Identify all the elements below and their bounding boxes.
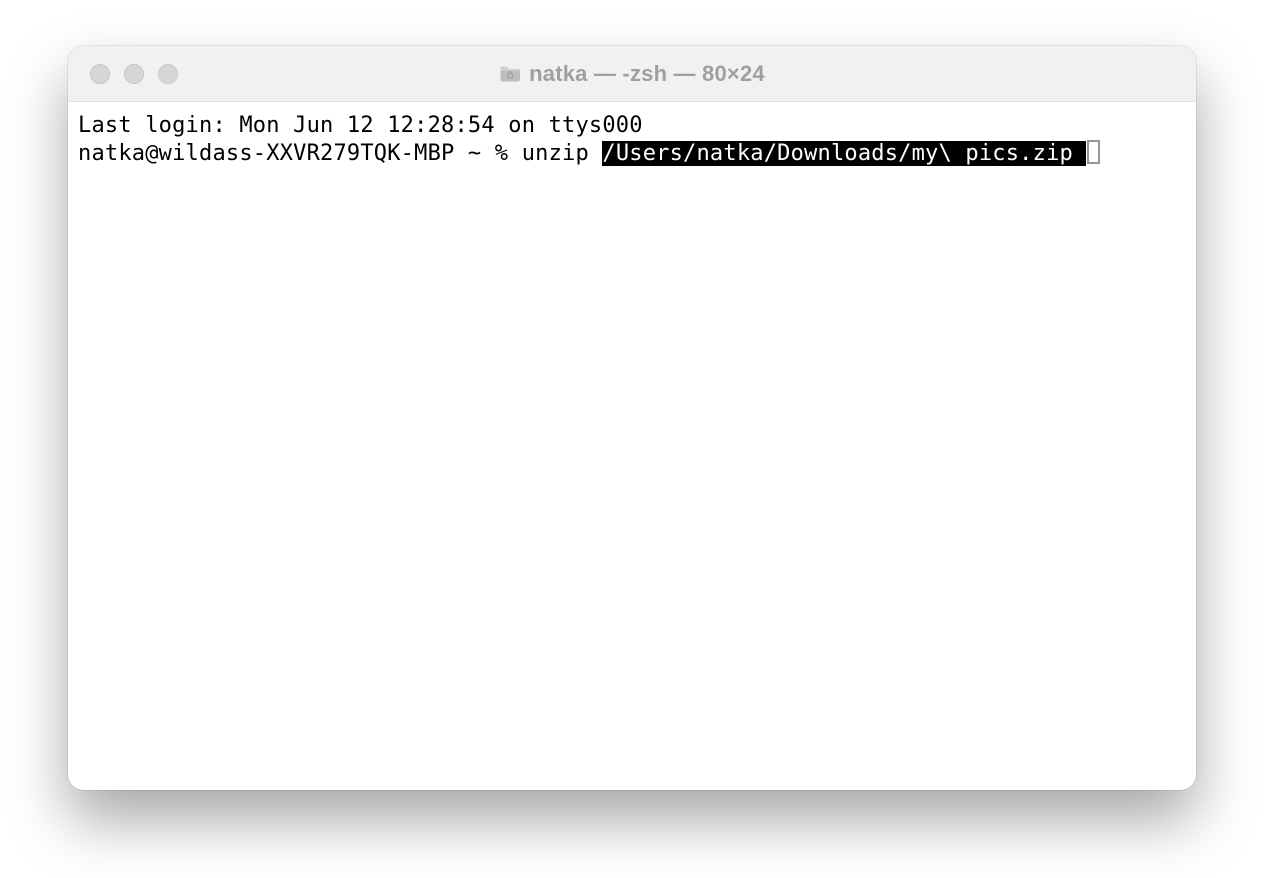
selected-path[interactable]: /Users/natka/Downloads/my\ pics.zip [602,141,1086,166]
title-wrap: natka — -zsh — 80×24 [68,61,1196,87]
cursor [1087,140,1100,164]
traffic-lights [68,64,178,84]
titlebar[interactable]: natka — -zsh — 80×24 [68,46,1196,102]
terminal-body[interactable]: Last login: Mon Jun 12 12:28:54 on ttys0… [68,102,1196,790]
close-button[interactable] [90,64,110,84]
window-title: natka — -zsh — 80×24 [529,61,765,87]
prompt: natka@wildass-XXVR279TQK-MBP ~ % [78,141,522,166]
zoom-button[interactable] [158,64,178,84]
folder-icon [499,65,521,83]
command-text: unzip [522,141,603,166]
last-login-line: Last login: Mon Jun 12 12:28:54 on ttys0… [78,112,1186,140]
minimize-button[interactable] [124,64,144,84]
terminal-window: natka — -zsh — 80×24 Last login: Mon Jun… [68,46,1196,790]
prompt-line: natka@wildass-XXVR279TQK-MBP ~ % unzip /… [78,140,1186,168]
